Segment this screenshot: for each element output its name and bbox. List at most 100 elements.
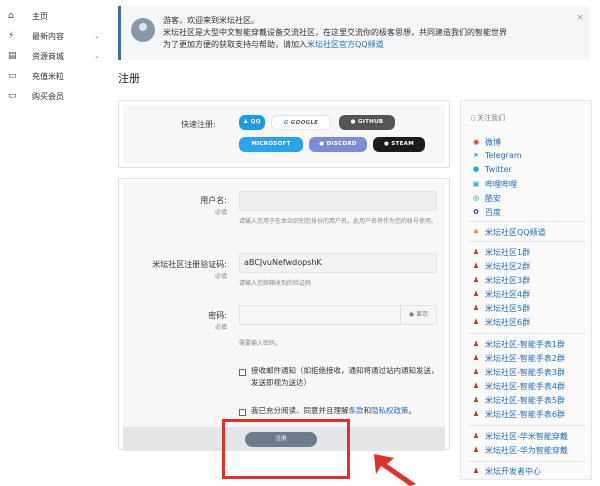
social-label: 酷安 [485, 194, 501, 203]
qq-penguin-icon: ♟ [472, 262, 480, 270]
username-input[interactable] [239, 191, 437, 211]
red-arrow-icon [374, 454, 416, 486]
sidebar-item-store[interactable]: ▤ 资源商城 ⌄ [0, 46, 110, 66]
welcome-line-3: 为了更加方便的获取支持与帮助，请加入米坛社区官方QQ频道 [163, 39, 573, 51]
qq-group-item[interactable]: ♟ 米坛社区-智能手表1群 [471, 339, 565, 350]
agree-prefix: 我已充分阅读、同意并且理解 [251, 406, 349, 415]
email-notify-text: 接收邮件通知（如拒绝接收，通知将通过站内通知发送，发送即视为送达） [251, 366, 439, 387]
qq-group-item[interactable]: ♟ 米坛社区1群 [471, 247, 530, 258]
username-required: 必填 [214, 209, 227, 216]
qq-penguin-icon: ♟ [472, 467, 480, 475]
qq-penguin-icon: ♟ [472, 432, 480, 440]
welcome-message: 游客，欢迎来到米坛社区。 米坛社区是大型中文智能穿戴设备交流社区，在这里交流你的… [163, 15, 573, 51]
qq-group-item[interactable]: ♟ 米坛社区-华为智能穿戴 [471, 445, 568, 456]
follow-us-title-text: 关注我们 [477, 114, 506, 122]
close-icon[interactable]: × [576, 13, 584, 23]
qq-group-item[interactable]: ♟ 米坛社区5群 [471, 303, 530, 314]
qq-penguin-icon: ♟ [472, 382, 480, 390]
agree-suffix: 。 [408, 406, 417, 415]
email-notify-checkbox[interactable] [239, 369, 246, 376]
sidebar-item-label: 主页 [32, 11, 48, 21]
password-label: 密码: [208, 311, 227, 320]
sidebar-item-label: 充值米粒 [32, 71, 64, 81]
agree-terms-text: 我已充分阅读、同意并且理解条款和隐私权政策。 [251, 405, 441, 417]
sidebar-item-label: 资源商城 [32, 51, 64, 61]
avatar [131, 18, 155, 42]
sidebar-item-latest[interactable]: ⚡ 最新内容 ⌄ [0, 26, 110, 46]
baidu-icon: ✿ [473, 208, 479, 216]
qq-penguin-icon: ♟ [472, 276, 480, 284]
username-label: 用户名: [200, 196, 227, 205]
qq-channel-link[interactable]: 米坛社区官方QQ频道 [307, 40, 384, 49]
page-title: 注册 [118, 72, 140, 85]
qq-group-item[interactable]: ♟ 米坛社区-智能手表4群 [471, 381, 565, 392]
sidebar-item-label: 最新内容 [32, 31, 64, 41]
divider [469, 241, 585, 242]
qq-channel-item[interactable]: ♠ 米坛社区QQ频道 [471, 227, 546, 238]
divider [469, 333, 585, 334]
captcha-input[interactable]: aBCJvuNefwdopshK [239, 253, 437, 273]
qq-group-item[interactable]: ♟ 米坛社区2群 [471, 261, 530, 272]
qq-channel-label: 米坛社区QQ频道 [485, 228, 546, 237]
quick-register-label: 快速注册: [181, 120, 216, 129]
social-link-telegram[interactable]: ➤ Telegram [471, 151, 522, 160]
divider [469, 221, 585, 222]
qq-group-label: 米坛社区1群 [485, 248, 531, 257]
qq-group-label: 米坛社区-智能手表5群 [485, 396, 565, 405]
developer-center-item[interactable]: ♟ 米坛开发者中心 [471, 466, 541, 477]
discord-login-button[interactable]: ● DISCORD [309, 137, 367, 152]
qq-group-label: 米坛社区-华为智能穿戴 [485, 446, 568, 455]
register-form-card: 用户名: 必填 请输入您用于在本站识别您身份的用户名。此用户名将作为您的帐号使用… [118, 178, 450, 451]
qq-group-item[interactable]: ♟ 米坛社区-智能手表6群 [471, 409, 565, 420]
qq-penguin-icon: ♟ [472, 248, 480, 256]
sidebar: ⌂ 主页 ⚡ 最新内容 ⌄ ▤ 资源商城 ⌄ ▭ 充值米粒 ▭ 购买会员 [0, 0, 110, 486]
qq-penguin-icon: ♟ [472, 290, 480, 298]
qq-group-item[interactable]: ♟ 米坛社区-智能手表2群 [471, 353, 565, 364]
qq-group-item[interactable]: ♟ 米坛社区4群 [471, 289, 530, 300]
quick-register-card: 快速注册: ♟ QQ G GOOGLE ● GITHUB MICROSOFT ●… [118, 100, 450, 168]
qq-login-button[interactable]: ♟ QQ [239, 115, 265, 130]
sidebar-item-membership[interactable]: ▭ 购买会员 [0, 86, 110, 106]
developer-center-label: 米坛开发者中心 [485, 467, 541, 476]
eye-icon: ◉ [408, 311, 417, 318]
social-link-coolapk[interactable]: ◎ 酷安 [471, 193, 501, 204]
privacy-policy-link[interactable]: 隐私权政策 [371, 406, 409, 415]
main-content: 游客，欢迎来到米坛社区。 米坛社区是大型中文智能穿戴设备交流社区，在这里交流你的… [110, 0, 600, 486]
terms-link[interactable]: 条款 [349, 406, 364, 415]
qq-group-label: 米坛社区-华米智能穿戴 [485, 432, 568, 441]
follow-us-title: ▯ 关注我们 [471, 113, 505, 123]
agree-terms-checkbox[interactable] [239, 409, 246, 416]
qq-group-label: 米坛社区4群 [485, 290, 531, 299]
qq-penguin-icon: ♟ [472, 354, 480, 362]
social-link-baidu[interactable]: ✿ 百度 [471, 207, 501, 218]
divider [469, 461, 585, 462]
social-link-weibo[interactable]: ◉ 微博 [471, 137, 501, 148]
monitor-icon: ▭ [8, 91, 17, 101]
qq-group-label: 米坛社区6群 [485, 318, 531, 327]
social-link-twitter[interactable]: ● Twitter [471, 165, 512, 174]
github-login-button[interactable]: ● GITHUB [339, 115, 395, 130]
sidebar-item-home[interactable]: ⌂ 主页 [0, 6, 110, 26]
qq-group-item[interactable]: ♟ 米坛社区3群 [471, 275, 530, 286]
captcha-label: 米坛社区注册验证码: [152, 260, 227, 269]
qq-group-item[interactable]: ♟ 米坛社区-华米智能穿戴 [471, 431, 568, 442]
qq-group-item[interactable]: ♟ 米坛社区-智能手表3群 [471, 367, 565, 378]
steam-login-button[interactable]: ● STEAM [373, 137, 425, 152]
telegram-icon: ➤ [473, 151, 479, 159]
show-password-button[interactable]: ◉ 显示 [400, 306, 436, 324]
welcome-notice: 游客，欢迎来到米坛社区。 米坛社区是大型中文智能穿戴设备交流社区，在这里交流你的… [118, 6, 590, 60]
quick-register-inner [123, 105, 445, 163]
qq-group-item[interactable]: ♟ 米坛社区6群 [471, 317, 530, 328]
microsoft-login-button[interactable]: MICROSOFT [239, 137, 303, 152]
twitter-icon: ● [472, 165, 480, 173]
home-icon: ⌂ [8, 11, 14, 21]
qq-penguin-icon: ♟ [472, 368, 480, 376]
password-required: 必填 [214, 324, 227, 331]
sidebar-item-recharge[interactable]: ▭ 充值米粒 [0, 66, 110, 86]
google-login-button[interactable]: G GOOGLE [271, 115, 331, 130]
password-input[interactable]: ◉ 显示 [239, 305, 437, 325]
social-link-bilibili[interactable]: ▣ 哔哩哔哩 [471, 179, 517, 190]
qq-group-label: 米坛社区-智能手表3群 [485, 368, 565, 377]
qq-group-item[interactable]: ♟ 米坛社区-智能手表5群 [471, 395, 565, 406]
chevron-down-icon: ⌄ [94, 32, 100, 40]
